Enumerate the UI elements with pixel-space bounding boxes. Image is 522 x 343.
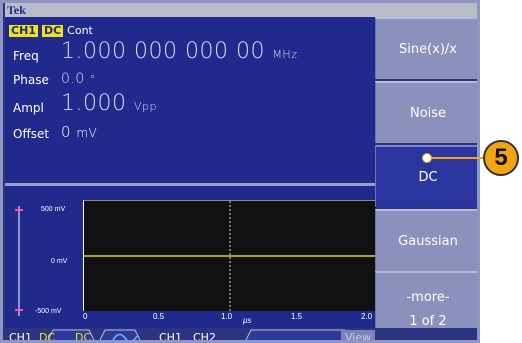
- channel-tab-bar: CH1 DC DC CH1 CH2 View: [5, 328, 477, 340]
- x-axis-unit: μs: [243, 316, 252, 325]
- softkey-column: Sine(x)/x Noise DC Gaussian -more- 1 of …: [375, 17, 477, 340]
- waveform-display: 500 mV 0 mV -500 mV 0 0.5 1.0 μs 1.5 2.0: [5, 183, 376, 328]
- y-axis-mid-label: 0 mV: [51, 258, 68, 265]
- x-axis-label-1: 0.5: [153, 312, 165, 321]
- offset-value-field[interactable]: 0 mV: [61, 123, 97, 141]
- freq-value: 1.000 000 000 00: [61, 39, 265, 64]
- x-axis-label-3: 1.5: [291, 312, 303, 321]
- waveform-plot: [83, 200, 376, 311]
- waveform-trace: [84, 201, 376, 311]
- freq-unit: MHz: [272, 48, 298, 61]
- y-axis-top-label: 500 mV: [41, 206, 66, 213]
- softkey-gaussian-label: Gaussian: [398, 233, 458, 249]
- tab-dc[interactable]: DC: [39, 330, 55, 340]
- tab-shapes: [47, 329, 350, 340]
- softkey-gaussian[interactable]: Gaussian: [375, 209, 477, 271]
- softkey-sinc-label: Sine(x)/x: [398, 41, 457, 57]
- tab-dc-active[interactable]: DC: [75, 330, 91, 340]
- ampl-label: Ampl: [13, 101, 44, 115]
- tab-ch1-combined[interactable]: CH1: [159, 330, 182, 340]
- ampl-value: 1.000: [61, 91, 127, 116]
- phase-unit: °: [89, 73, 96, 86]
- x-axis-label-2: 1.0: [221, 312, 233, 321]
- callout-number-badge: 5: [483, 140, 519, 176]
- freq-value-field[interactable]: 1.000 000 000 00 MHz: [61, 39, 297, 64]
- phase-value: 0.0: [61, 71, 85, 87]
- ampl-value-field[interactable]: 1.000 Vpp: [61, 91, 157, 116]
- softkey-sinc[interactable]: Sine(x)/x: [375, 17, 477, 79]
- y-axis-bottom-label: -500 mV: [35, 308, 62, 315]
- tab-view[interactable]: View: [341, 330, 376, 340]
- status-bar: CH1 DC Cont: [9, 25, 93, 37]
- x-axis-label-4: 2.0: [361, 312, 373, 321]
- x-axis-label-0: 0: [83, 312, 88, 321]
- phase-value-field[interactable]: 0.0 °: [61, 71, 96, 87]
- offset-value: 0: [61, 123, 72, 141]
- waveform-badge: DC: [41, 24, 64, 37]
- phase-label: Phase: [13, 73, 49, 87]
- tab-ch2[interactable]: CH2: [193, 330, 216, 340]
- tab-ch1[interactable]: CH1: [9, 330, 32, 340]
- softkey-noise[interactable]: Noise: [375, 81, 477, 143]
- channel-badge: CH1: [9, 24, 38, 37]
- generator-screen: Tek CH1 DC Cont Freq 1.000 000 000 00 MH…: [0, 0, 480, 343]
- softkey-noise-label: Noise: [409, 105, 447, 121]
- offset-label: Offset: [13, 127, 50, 141]
- amplitude-scale-icon: [15, 206, 23, 316]
- freq-label: Freq: [13, 49, 39, 63]
- softkey-more-label: -more-: [406, 289, 450, 305]
- callout-leader-line: [427, 157, 487, 159]
- softkey-dc-label: DC: [418, 169, 438, 185]
- ampl-unit: Vpp: [133, 100, 157, 113]
- callout-pointer-dot: [422, 153, 432, 163]
- offset-unit: mV: [76, 126, 98, 140]
- brand-logo: Tek: [5, 3, 477, 17]
- run-mode-label: Cont: [67, 24, 93, 37]
- parameter-panel: CH1 DC Cont Freq 1.000 000 000 00 MHz Ph…: [5, 17, 375, 183]
